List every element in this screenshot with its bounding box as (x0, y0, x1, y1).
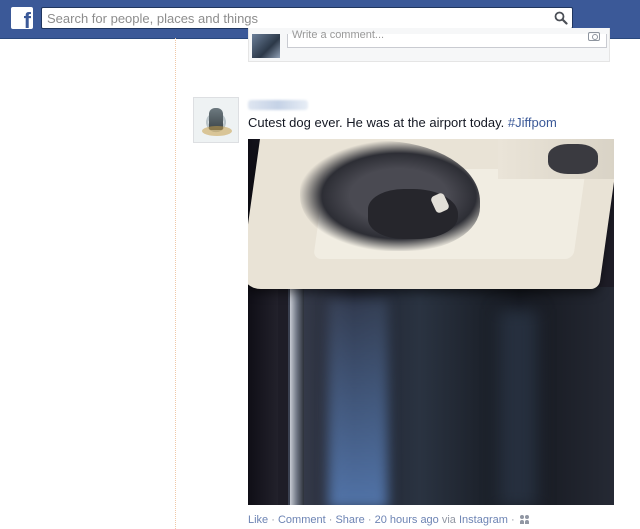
camera-icon[interactable] (588, 32, 600, 41)
comment-input[interactable]: Write a comment... (287, 29, 607, 48)
via-text: via (438, 514, 459, 526)
separator: · (268, 514, 278, 526)
search-icon[interactable] (554, 11, 568, 25)
facebook-logo-icon[interactable]: f (11, 7, 33, 29)
photo-background-object (548, 144, 598, 174)
separator: · (325, 514, 336, 526)
friends-audience-icon[interactable] (519, 515, 530, 524)
timeline-divider (175, 38, 176, 529)
search-box[interactable] (41, 7, 573, 29)
separator: · (507, 514, 518, 526)
comment-link[interactable]: Comment (278, 514, 326, 526)
hashtag-link[interactable]: #Jiffpom (508, 115, 557, 130)
like-link[interactable]: Like (248, 514, 268, 526)
share-link[interactable]: Share (335, 514, 364, 526)
commenter-avatar (252, 34, 280, 58)
post-text: Cutest dog ever. He was at the airport t… (248, 115, 508, 130)
search-input[interactable] (47, 10, 547, 26)
comment-composer: Write a comment... (248, 28, 610, 62)
photo-counter-edge (290, 279, 304, 505)
post-author-name-blurred[interactable] (248, 100, 308, 110)
timestamp-link[interactable]: 20 hours ago (375, 514, 439, 526)
photo-light-streak (328, 299, 388, 505)
logo-letter: f (23, 8, 31, 30)
comment-placeholder: Write a comment... (292, 29, 385, 41)
post-action-bar: Like · Comment · Share · 20 hours ago vi… (248, 514, 530, 526)
photo-dark-streak (498, 309, 538, 505)
post-photo[interactable] (248, 139, 614, 505)
post-author-avatar[interactable] (193, 97, 239, 143)
separator: · (364, 514, 375, 526)
post-message: Cutest dog ever. He was at the airport t… (248, 115, 557, 130)
source-link[interactable]: Instagram (459, 514, 508, 526)
